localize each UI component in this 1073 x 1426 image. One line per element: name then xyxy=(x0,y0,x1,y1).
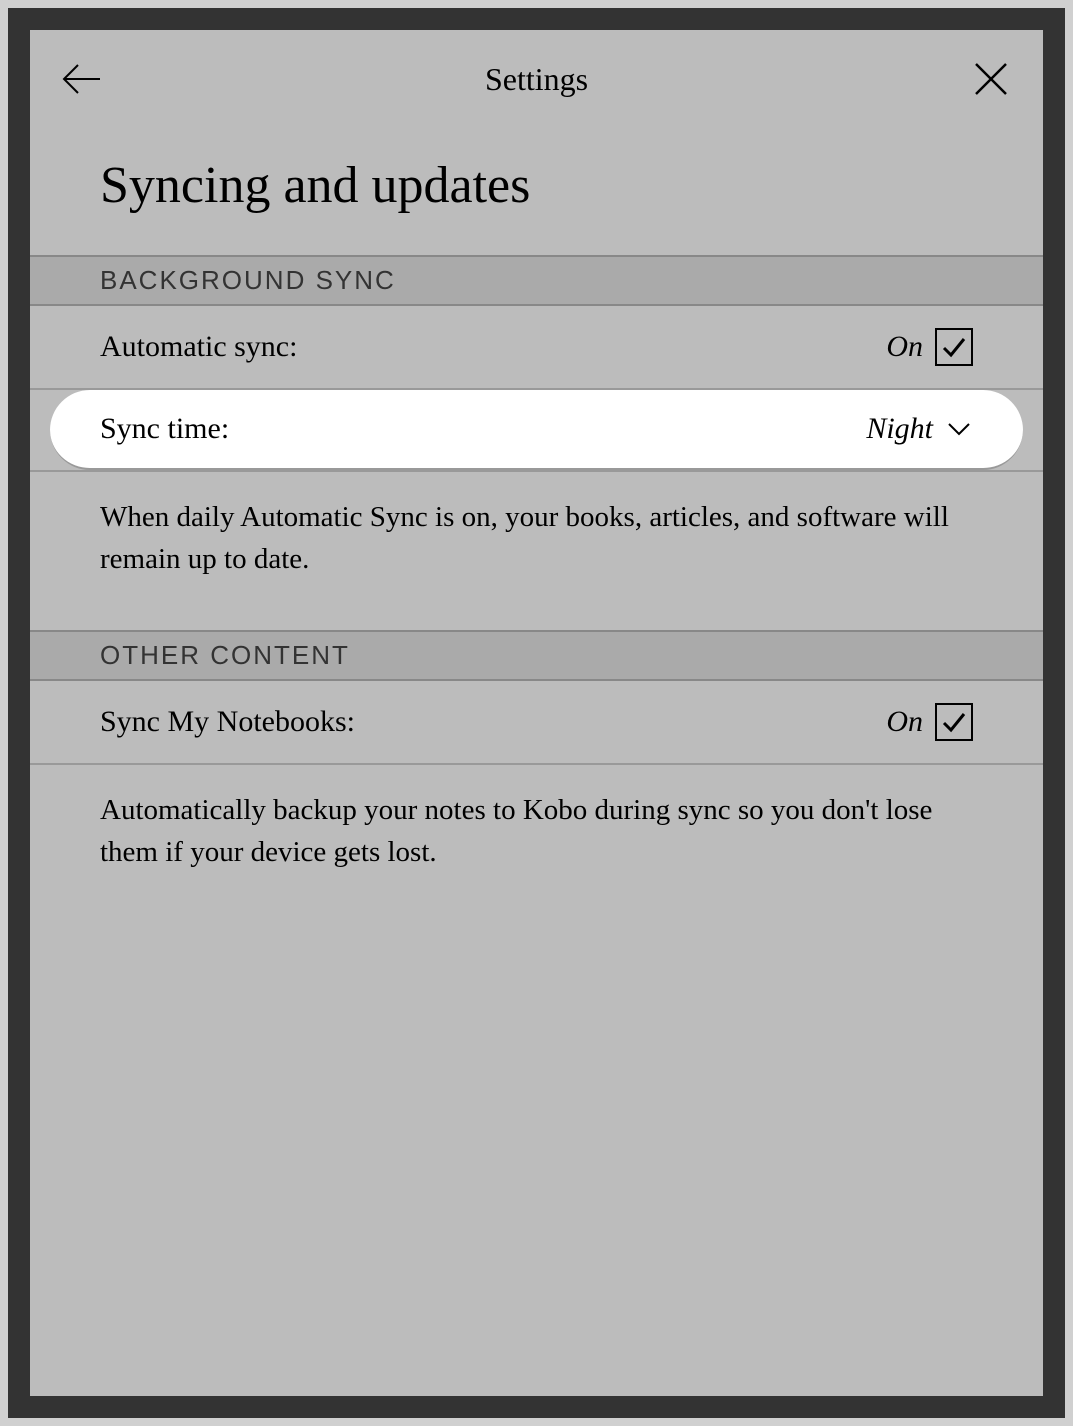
setting-label: Automatic sync: xyxy=(100,330,297,364)
setting-label: Sync time: xyxy=(100,412,229,446)
section-header-label: BACKGROUND SYNC xyxy=(100,265,396,295)
section-header-label: OTHER CONTENT xyxy=(100,640,350,670)
chevron-down-icon[interactable] xyxy=(945,415,973,443)
back-icon[interactable] xyxy=(60,57,104,101)
section-header-background-sync: BACKGROUND SYNC xyxy=(30,255,1043,306)
checkbox-sync-notebooks[interactable] xyxy=(935,703,973,741)
header-bar: Settings xyxy=(30,30,1043,128)
setting-sync-notebooks[interactable]: Sync My Notebooks: On xyxy=(30,681,1043,765)
setting-automatic-sync[interactable]: Automatic sync: On xyxy=(30,306,1043,390)
setting-value: Night xyxy=(866,412,933,446)
setting-value-wrap: On xyxy=(886,328,973,366)
background-sync-description: When daily Automatic Sync is on, your bo… xyxy=(30,472,1043,630)
other-content-description: Automatically backup your notes to Kobo … xyxy=(30,765,1043,923)
page-title: Syncing and updates xyxy=(30,128,1043,255)
checkbox-automatic-sync[interactable] xyxy=(935,328,973,366)
setting-label: Sync My Notebooks: xyxy=(100,705,355,739)
header-title: Settings xyxy=(485,61,588,98)
setting-sync-time[interactable]: Sync time: Night xyxy=(50,390,1023,470)
section-header-other-content: OTHER CONTENT xyxy=(30,630,1043,681)
setting-value: On xyxy=(886,330,923,364)
setting-value-wrap: On xyxy=(886,703,973,741)
setting-value-wrap: Night xyxy=(866,412,973,446)
close-icon[interactable] xyxy=(969,57,1013,101)
setting-value: On xyxy=(886,705,923,739)
